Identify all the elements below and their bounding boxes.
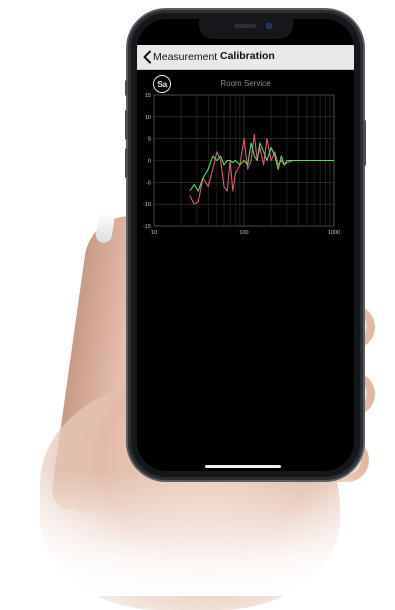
volume-up-button [125, 110, 128, 140]
x-tick-label: 1000 [328, 230, 340, 236]
mute-switch [125, 80, 128, 96]
home-indicator[interactable] [205, 465, 281, 468]
chart-view: Sa Room Service 15 10 5 0 -5 -10 -15 10 100 1000 [137, 70, 354, 470]
series-line-green [189, 142, 334, 192]
x-tick-label: 100 [239, 230, 248, 236]
y-tick-label: -10 [143, 202, 151, 208]
phone-frame: Measurement Calibration Sa Room Service … [125, 10, 366, 480]
y-tick-label: 5 [148, 137, 151, 143]
page-title: Calibration [220, 50, 275, 62]
power-button [363, 120, 366, 166]
earpiece-speaker [234, 24, 256, 28]
chart-title: Room Service [220, 79, 271, 88]
frequency-response-chart: 151050-5-10-1510 100 1000 [143, 93, 340, 236]
series-line-red [189, 133, 334, 205]
y-tick-label: 15 [145, 93, 151, 99]
back-button[interactable]: Measurement [142, 48, 217, 66]
hand-fade [0, 470, 395, 596]
y-tick-label: 0 [148, 159, 151, 165]
x-tick-label: 10 [151, 230, 157, 236]
y-tick-label: 10 [145, 115, 151, 121]
volume-down-button [125, 148, 128, 178]
notch [199, 19, 293, 39]
y-tick-label: -15 [143, 224, 151, 230]
front-camera [266, 23, 272, 29]
phone-screen: Measurement Calibration Sa Room Service … [137, 19, 354, 471]
y-tick-label: -5 [146, 180, 151, 186]
chevron-left-icon [143, 50, 151, 64]
navigation-bar: Measurement Calibration [137, 45, 354, 70]
back-button-label: Measurement [153, 51, 218, 63]
